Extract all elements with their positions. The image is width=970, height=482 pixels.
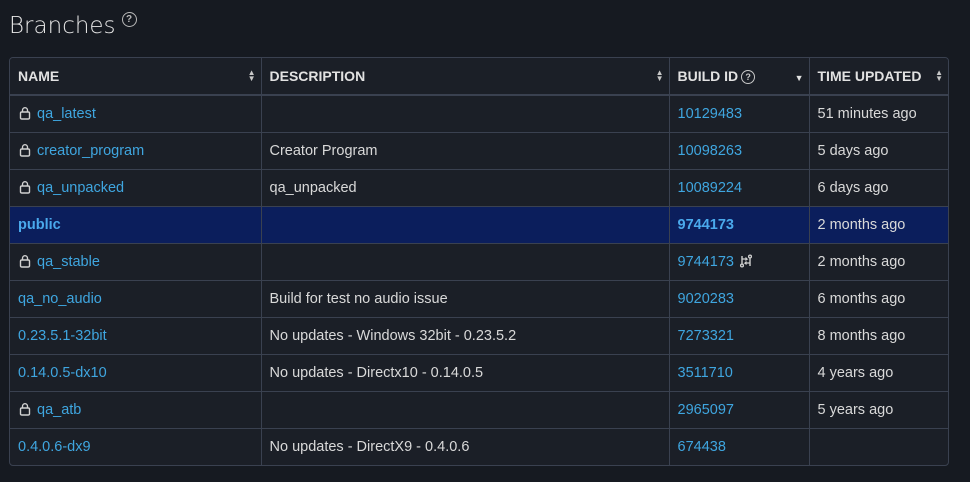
branch-description-cell — [261, 243, 670, 281]
branches-table: NAME ▲ ▼ DESCRIPTION ▲ ▼ BUILD ID? ▼ TIME … — [10, 58, 948, 465]
build-id-link[interactable]: 2965097 — [678, 402, 734, 418]
column-header-name-label: NAME — [18, 68, 60, 84]
sort-icon[interactable]: ▲ ▼ — [248, 69, 256, 83]
column-header-build-id-label: BUILD ID — [677, 68, 739, 84]
branch-name-cell: public — [10, 206, 262, 244]
branch-name-link[interactable]: 0.14.0.5-dx10 — [18, 365, 107, 381]
branch-description-cell: No updates - Windows 32bit - 0.23.5.2 — [261, 317, 670, 355]
build-id-cell: 9744173 — [669, 206, 810, 244]
sort-icon[interactable]: ▲ ▼ — [935, 69, 943, 83]
branch-description-cell: No updates - DirectX9 - 0.4.0.6 — [261, 428, 670, 465]
build-id-link[interactable]: 10129483 — [678, 106, 743, 122]
branch-name-link[interactable]: qa_atb — [37, 402, 81, 418]
build-id-link[interactable]: 10098263 — [678, 143, 743, 159]
branch-name-cell: qa_unpacked — [10, 169, 262, 207]
build-id-cell: 2965097 — [669, 391, 810, 429]
table-row: qa_latest 10129483 51 minutes ago — [10, 95, 948, 133]
branch-description-cell: Build for test no audio issue — [261, 280, 670, 318]
branch-name-link[interactable]: qa_stable — [37, 254, 100, 270]
branch-name-cell: creator_program — [10, 132, 262, 170]
lock-icon — [18, 402, 32, 416]
branch-description-cell — [261, 95, 670, 133]
branch-name-cell: qa_latest — [10, 95, 262, 133]
time-updated-cell: 5 days ago — [809, 132, 948, 170]
time-updated-cell: 51 minutes ago — [809, 95, 948, 133]
time-updated-cell: 6 months ago — [809, 280, 948, 318]
column-header-build-id[interactable]: BUILD ID? ▼ — [669, 58, 810, 96]
branch-name-link[interactable]: qa_latest — [37, 106, 96, 122]
sort-icon[interactable]: ▲ ▼ — [656, 69, 664, 83]
build-id-cell: 10089224 — [669, 169, 810, 207]
branch-description-cell — [261, 206, 670, 244]
table-row: 0.23.5.1-32bit No updates - Windows 32bit… — [10, 317, 948, 355]
build-id-cell: 9744173 — [669, 243, 810, 281]
branch-name-cell: 0.23.5.1-32bit — [10, 317, 262, 355]
branch-name-cell: 0.4.0.6-dx9 — [10, 428, 262, 465]
branch-name-link[interactable]: public — [18, 217, 61, 233]
help-icon[interactable]: ? — [121, 12, 137, 27]
branch-name-cell: qa_no_audio — [10, 280, 262, 318]
build-id-cell: 10129483 — [669, 95, 810, 133]
branch-name-cell: qa_stable — [10, 243, 262, 281]
column-header-description[interactable]: DESCRIPTION ▲ ▼ — [261, 58, 670, 96]
branch-name-link[interactable]: qa_no_audio — [18, 291, 102, 307]
lock-icon — [18, 254, 32, 268]
build-id-link[interactable]: 3511710 — [678, 365, 733, 381]
column-header-time-updated-label: TIME UPDATED — [817, 68, 922, 84]
lock-icon — [18, 106, 32, 120]
table-row: public 9744173 2 months ago — [10, 206, 948, 244]
branch-name-link[interactable]: 0.23.5.1-32bit — [18, 328, 107, 344]
page-title: Branches — [9, 13, 116, 39]
branch-name-link[interactable]: creator_program — [37, 143, 144, 159]
build-id-link[interactable]: 9744173 — [678, 254, 734, 270]
table-header-row: NAME ▲ ▼ DESCRIPTION ▲ ▼ BUILD ID? ▼ TIME … — [10, 58, 948, 96]
branch-description-cell: No updates - Directx10 - 0.14.0.5 — [261, 354, 670, 392]
branch-description-cell — [261, 391, 670, 429]
branch-name-cell: 0.14.0.5-dx10 — [10, 354, 262, 392]
lock-icon — [18, 143, 32, 157]
time-updated-cell: 2 months ago — [809, 243, 948, 281]
table-row: creator_program Creator Program 10098263 5 … — [10, 132, 948, 170]
lock-icon — [18, 180, 32, 194]
branch-name-cell: qa_atb — [10, 391, 262, 429]
time-updated-cell: 5 years ago — [809, 391, 948, 429]
column-header-description-label: DESCRIPTION — [269, 68, 366, 84]
time-updated-cell: 2 months ago — [809, 206, 948, 244]
build-id-cell: 9020283 — [669, 280, 810, 318]
page-header: Branches ? — [9, 9, 137, 43]
time-updated-cell: 6 days ago — [809, 169, 948, 207]
table-row: qa_atb 2965097 5 years ago — [10, 391, 948, 429]
time-updated-cell: 4 years ago — [809, 354, 948, 392]
time-updated-cell: 8 months ago — [809, 317, 948, 355]
build-id-cell: 10098263 — [669, 132, 810, 170]
table-row: 0.14.0.5-dx10 No updates - Directx10 - 0.… — [10, 354, 948, 392]
time-updated-cell — [809, 429, 948, 466]
table-row: qa_stable 9744173 2 months ago — [10, 243, 948, 281]
branches-table-container: NAME ▲ ▼ DESCRIPTION ▲ ▼ BUILD ID? ▼ TIME … — [9, 57, 949, 466]
branch-name-link[interactable]: 0.4.0.6-dx9 — [18, 439, 91, 455]
branch-description-cell: Creator Program — [261, 132, 670, 170]
table-row: qa_no_audio Build for test no audio issue… — [10, 280, 948, 318]
build-id-link[interactable]: 9744173 — [678, 217, 734, 233]
table-row: 0.4.0.6-dx9 No updates - DirectX9 - 0.4.0… — [10, 428, 948, 466]
branch-description-cell: qa_unpacked — [261, 169, 670, 207]
branch-name-link[interactable]: qa_unpacked — [37, 180, 124, 196]
column-header-name[interactable]: NAME ▲ ▼ — [10, 58, 262, 96]
build-id-link[interactable]: 7273321 — [678, 328, 734, 344]
column-header-time-updated[interactable]: TIME UPDATED ▲ ▼ — [809, 58, 948, 96]
build-id-cell: 3511710 — [669, 354, 810, 392]
sync-icon — [739, 254, 753, 268]
build-id-cell: 674438 — [669, 428, 810, 465]
table-row: qa_unpacked qa_unpacked 10089224 6 days ago — [10, 169, 948, 207]
build-id-link[interactable]: 10089224 — [678, 180, 743, 196]
help-icon[interactable]: ? — [741, 70, 756, 84]
build-id-link[interactable]: 674438 — [678, 439, 726, 455]
build-id-cell: 7273321 — [669, 317, 810, 355]
table-body: qa_latest 10129483 51 minutes ago creator_p… — [10, 95, 948, 465]
build-id-link[interactable]: 9020283 — [678, 291, 734, 307]
sort-descending-icon[interactable]: ▼ — [795, 73, 804, 83]
